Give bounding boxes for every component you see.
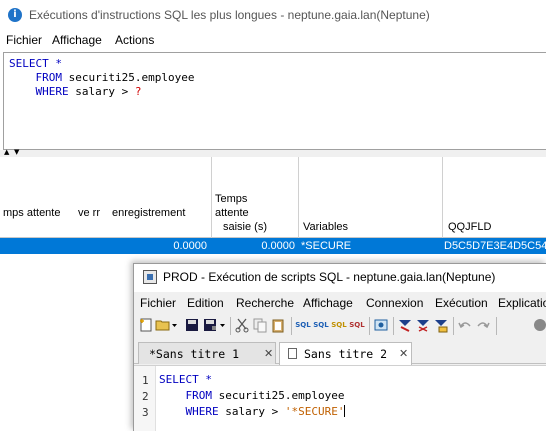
header-variables[interactable]: Variables <box>303 221 348 234</box>
explain-icon[interactable] <box>397 317 413 333</box>
menu-fichier[interactable]: Fichier <box>6 33 42 47</box>
stop-icon[interactable] <box>532 317 546 333</box>
back-sql-editor[interactable]: SELECT * FROM securiti25.employee WHERE … <box>3 52 546 150</box>
sql-where-keyword: WHERE <box>35 85 69 98</box>
menu-affichage[interactable]: Affichage <box>52 33 102 47</box>
open-dropdown-icon[interactable] <box>171 317 179 333</box>
save-icon[interactable] <box>184 317 200 333</box>
paste-icon[interactable] <box>270 317 286 333</box>
results-grid: mps attente ve rr enregistrement Temps a… <box>0 157 546 254</box>
header-temps-attente[interactable]: mps attente <box>3 207 60 220</box>
app-window-icon <box>143 270 157 284</box>
splitter-down-arrow-icon[interactable]: ▼ <box>14 148 19 157</box>
toolbar-separator <box>291 317 292 335</box>
back-window-title: Exécutions d'instructions SQL les plus l… <box>29 8 430 22</box>
info-icon: i <box>8 8 22 22</box>
sql-from-keyword: FROM <box>185 389 213 402</box>
sql-where-keyword: WHERE <box>185 405 219 418</box>
explain-options-icon[interactable] <box>433 317 449 333</box>
tab-label: Sans titre 2 <box>304 347 388 361</box>
toolbar-separator <box>453 317 454 335</box>
cell-temps-attente: 0.0000 <box>173 240 207 252</box>
splitter-up-arrow-icon[interactable]: ▲ <box>4 148 9 157</box>
tab-close-icon[interactable]: ✕ <box>264 344 273 364</box>
save-dropdown-icon[interactable] <box>219 317 227 333</box>
menu-execution[interactable]: Exécution <box>435 296 488 310</box>
text-caret <box>344 405 346 417</box>
copy-icon[interactable] <box>252 317 268 333</box>
sql-param-marker: ? <box>134 85 142 98</box>
menu-recherche[interactable]: Recherche <box>236 296 294 310</box>
sql-string-literal: '*SECURE' <box>284 405 345 418</box>
sql-from-table: securiti25.employee <box>62 71 195 84</box>
editor-tabbar: *Sans titre 1 ✕ Sans titre 2 ✕ <box>134 340 546 365</box>
sql-from-keyword: FROM <box>35 71 63 84</box>
tab-close-icon[interactable]: ✕ <box>399 344 408 364</box>
header-temps-l2[interactable]: attente <box>215 207 249 220</box>
cell-qqjfld: D5C5D7E3E4D5C540 <box>444 240 546 252</box>
sql-where-cond: salary > <box>68 85 135 98</box>
explain-visual-icon[interactable] <box>415 317 431 333</box>
toolbar-separator <box>393 317 394 335</box>
document-icon <box>288 348 297 359</box>
back-window-titlebar: i Exécutions d'instructions SQL les plus… <box>0 0 546 30</box>
line-number: 3 <box>142 406 149 419</box>
sql-select: SELECT * <box>9 57 62 70</box>
run-sql-selection-icon[interactable]: SQL <box>313 317 329 333</box>
cell-temps-saisie: 0.0000 <box>261 240 295 252</box>
new-file-icon[interactable] <box>138 317 154 333</box>
toolbar-separator <box>230 317 231 335</box>
cell-variables: *SECURE <box>301 240 352 252</box>
settings-icon[interactable] <box>373 317 389 333</box>
run-sql-all-icon[interactable]: SQL <box>331 317 347 333</box>
undo-icon[interactable] <box>457 317 473 333</box>
menu-connexion[interactable]: Connexion <box>366 296 423 310</box>
menu-affichage[interactable]: Affichage <box>303 296 353 310</box>
menu-fichier[interactable]: Fichier <box>140 296 176 310</box>
redo-icon[interactable] <box>475 317 491 333</box>
toolbar-separator <box>496 317 497 335</box>
run-sql-icon[interactable]: SQL <box>295 317 311 333</box>
tab-label: *Sans titre 1 <box>149 347 240 361</box>
header-verrou[interactable]: ve rr <box>78 207 100 220</box>
back-window-menubar: Fichier Affichage Actions <box>0 30 546 50</box>
header-enregistrement[interactable]: enregistrement <box>112 207 185 220</box>
stop-sql-icon[interactable]: SQL <box>349 317 365 333</box>
menu-actions[interactable]: Actions <box>115 33 154 47</box>
header-qqjfld[interactable]: QQJFLD <box>448 221 491 234</box>
open-folder-icon[interactable] <box>155 317 171 333</box>
line-number: 1 <box>142 374 149 387</box>
front-window-titlebar[interactable]: PROD - Exécution de scripts SQL - neptun… <box>134 264 546 292</box>
sql-script-editor[interactable]: 1 2 3 SELECT * FROM securiti25.employee … <box>134 365 546 431</box>
toolbar-separator <box>369 317 370 335</box>
sql-from-table: securiti25.employee <box>212 389 345 402</box>
line-number-gutter: 1 2 3 <box>134 366 156 431</box>
code-line-2: FROM securiti25.employee <box>159 388 345 404</box>
menu-explication[interactable]: Explicatio <box>498 296 546 310</box>
tab-sans-titre-2[interactable]: Sans titre 2 ✕ <box>279 342 412 365</box>
sql-select: SELECT * <box>159 373 212 386</box>
cut-icon[interactable] <box>234 317 250 333</box>
front-window-menubar: Fichier Edition Recherche Affichage Conn… <box>134 293 546 313</box>
tab-sans-titre-1[interactable]: *Sans titre 1 ✕ <box>138 342 276 364</box>
pane-splitter[interactable]: ▲ ▼ <box>0 148 546 157</box>
code-line-1: SELECT * <box>159 372 212 388</box>
toolbar: SQL SQL SQL SQL <box>134 315 546 337</box>
line-number: 2 <box>142 390 149 403</box>
header-temps-l1[interactable]: Temps <box>215 193 247 206</box>
menu-edition[interactable]: Edition <box>187 296 224 310</box>
front-window: PROD - Exécution de scripts SQL - neptun… <box>133 263 546 431</box>
front-window-title: PROD - Exécution de scripts SQL - neptun… <box>163 270 496 284</box>
save-all-icon[interactable] <box>202 317 218 333</box>
code-line-3: WHERE salary > '*SECURE' <box>159 404 346 420</box>
header-temps-l3[interactable]: saisie (s) <box>223 221 267 234</box>
sql-where-cond: salary > <box>218 405 285 418</box>
